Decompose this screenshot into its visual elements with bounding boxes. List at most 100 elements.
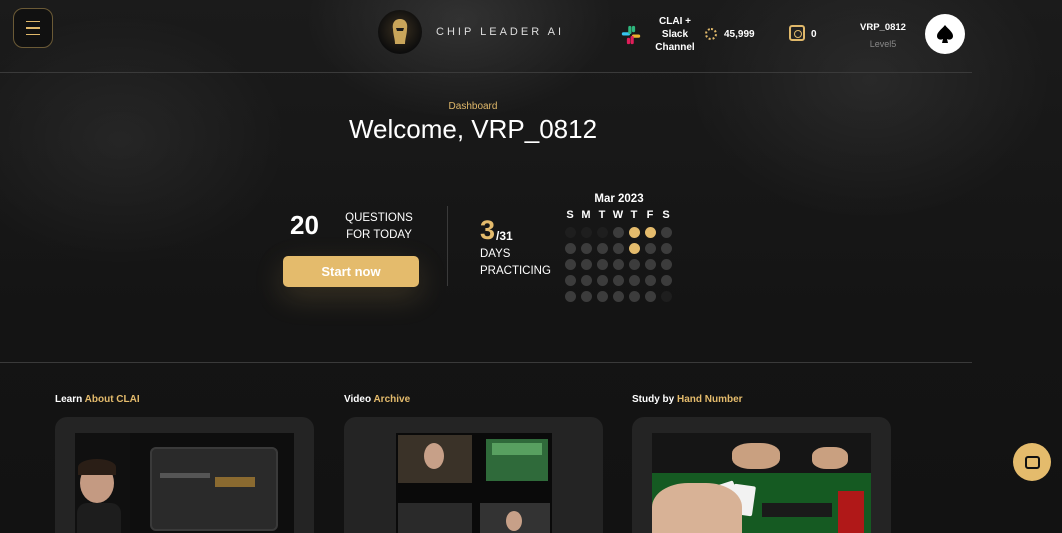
calendar-day-dot bbox=[564, 274, 576, 286]
calendar-day bbox=[642, 288, 658, 304]
chip-balance: 0 bbox=[811, 29, 817, 40]
card-label-highlight: Archive bbox=[373, 394, 411, 405]
logo-icon bbox=[378, 10, 422, 54]
calendar-day-dot bbox=[612, 290, 624, 302]
calendar-day bbox=[578, 288, 594, 304]
calendar-day bbox=[562, 256, 578, 272]
brand-name: CHIP LEADER AI bbox=[436, 26, 564, 38]
about-clai-card[interactable] bbox=[55, 417, 314, 533]
chip-icon bbox=[789, 25, 805, 41]
calendar-day bbox=[642, 224, 658, 240]
menu-line-icon bbox=[26, 33, 40, 36]
card-label-prefix: Study by bbox=[632, 394, 678, 405]
calendar-day-dot bbox=[596, 226, 608, 238]
brand-logo[interactable]: CHIP LEADER AI bbox=[378, 10, 564, 54]
video-archive-card[interactable] bbox=[344, 417, 603, 533]
calendar-day-dot bbox=[596, 274, 608, 286]
hamburger-menu-button[interactable] bbox=[13, 8, 53, 48]
calendar-day bbox=[610, 288, 626, 304]
calendar-day-dot bbox=[564, 226, 576, 238]
calendar-weekday: F bbox=[646, 209, 654, 221]
days-practicing-label: DAYS PRACTICING bbox=[480, 248, 551, 277]
start-now-button[interactable]: Start now bbox=[283, 256, 419, 287]
calendar-weekday: S bbox=[662, 209, 670, 221]
calendar-day bbox=[594, 272, 610, 288]
calendar-day-dot bbox=[580, 274, 592, 286]
calendar-day bbox=[562, 288, 578, 304]
calendar-day bbox=[594, 256, 610, 272]
calendar-day bbox=[610, 224, 626, 240]
calendar-day bbox=[626, 256, 642, 272]
breadcrumb[interactable]: Dashboard bbox=[0, 101, 946, 112]
calendar-weekdays: SMTWTFS bbox=[562, 209, 674, 221]
card-label-highlight: Hand Number bbox=[677, 394, 743, 405]
slack-icon[interactable] bbox=[620, 24, 642, 46]
user-level: Level5 bbox=[869, 39, 897, 49]
questions-count: 20 bbox=[290, 210, 319, 240]
calendar-day-dot bbox=[660, 274, 672, 286]
calendar-day bbox=[626, 240, 642, 256]
calendar-day-dot bbox=[644, 290, 656, 302]
calendar-day-dot bbox=[628, 274, 640, 286]
calendar-day bbox=[658, 256, 674, 272]
card-label-highlight: About CLAI bbox=[84, 394, 140, 405]
top-bar: CHIP LEADER AI CLAI + Slack Channel 45,9… bbox=[0, 0, 972, 73]
calendar-day-dot bbox=[644, 242, 656, 254]
calendar-day-dot bbox=[564, 290, 576, 302]
calendar-weekday: M bbox=[581, 209, 591, 221]
calendar-day-dot bbox=[612, 242, 624, 254]
calendar-empty-cell bbox=[658, 288, 674, 304]
calendar-day-dot bbox=[660, 258, 672, 270]
calendar-day-dot bbox=[596, 242, 608, 254]
calendar-weekday: S bbox=[566, 209, 574, 221]
card-label-prefix: Learn bbox=[55, 394, 85, 405]
hand-number-label: Study by Hand Number bbox=[632, 394, 743, 405]
chat-support-button[interactable] bbox=[1013, 443, 1051, 481]
calendar-day-dot bbox=[628, 258, 640, 270]
calendar-day bbox=[626, 224, 642, 240]
calendar-day-dot bbox=[628, 226, 640, 238]
chat-icon bbox=[1024, 455, 1040, 469]
video-archive-label: Video Archive bbox=[344, 394, 410, 405]
calendar-day bbox=[658, 272, 674, 288]
calendar-day-dot bbox=[580, 290, 592, 302]
menu-line-icon bbox=[26, 20, 40, 23]
calendar-day-dot bbox=[660, 242, 672, 254]
avatar[interactable] bbox=[925, 14, 965, 54]
section-divider bbox=[0, 362, 972, 363]
stats-divider bbox=[447, 206, 448, 286]
calendar-empty-cell bbox=[562, 224, 578, 240]
calendar-day bbox=[642, 256, 658, 272]
calendar-day-dot bbox=[660, 226, 672, 238]
calendar-day-dot bbox=[644, 226, 656, 238]
calendar-day bbox=[658, 224, 674, 240]
calendar-day bbox=[610, 272, 626, 288]
slack-channel-link[interactable]: CLAI + Slack Channel bbox=[650, 15, 700, 54]
calendar-day bbox=[626, 272, 642, 288]
calendar-empty-cell bbox=[578, 224, 594, 240]
calendar-weekday: T bbox=[598, 209, 606, 221]
days-total: /31 bbox=[496, 229, 513, 243]
calendar-day-dot bbox=[596, 290, 608, 302]
hand-number-thumbnail bbox=[652, 433, 871, 533]
calendar-day-dot bbox=[612, 274, 624, 286]
calendar-day bbox=[610, 240, 626, 256]
calendar-day bbox=[594, 240, 610, 256]
calendar-day-dot bbox=[564, 258, 576, 270]
calendar-day bbox=[626, 288, 642, 304]
video-archive-thumbnail bbox=[396, 433, 552, 533]
calendar-day bbox=[594, 288, 610, 304]
username: VRP_0812 bbox=[860, 22, 906, 33]
calendar-day bbox=[562, 240, 578, 256]
calendar-day-dot bbox=[580, 226, 592, 238]
calendar-day bbox=[610, 256, 626, 272]
calendar-day bbox=[642, 240, 658, 256]
coin-icon bbox=[705, 28, 717, 40]
calendar-empty-cell bbox=[594, 224, 610, 240]
calendar-day-dot bbox=[580, 258, 592, 270]
spade-icon bbox=[937, 25, 953, 43]
coin-balance: 45,999 bbox=[724, 29, 755, 40]
hand-number-card[interactable] bbox=[632, 417, 891, 533]
calendar-day-dot bbox=[644, 274, 656, 286]
about-clai-label: Learn About CLAI bbox=[55, 394, 140, 405]
